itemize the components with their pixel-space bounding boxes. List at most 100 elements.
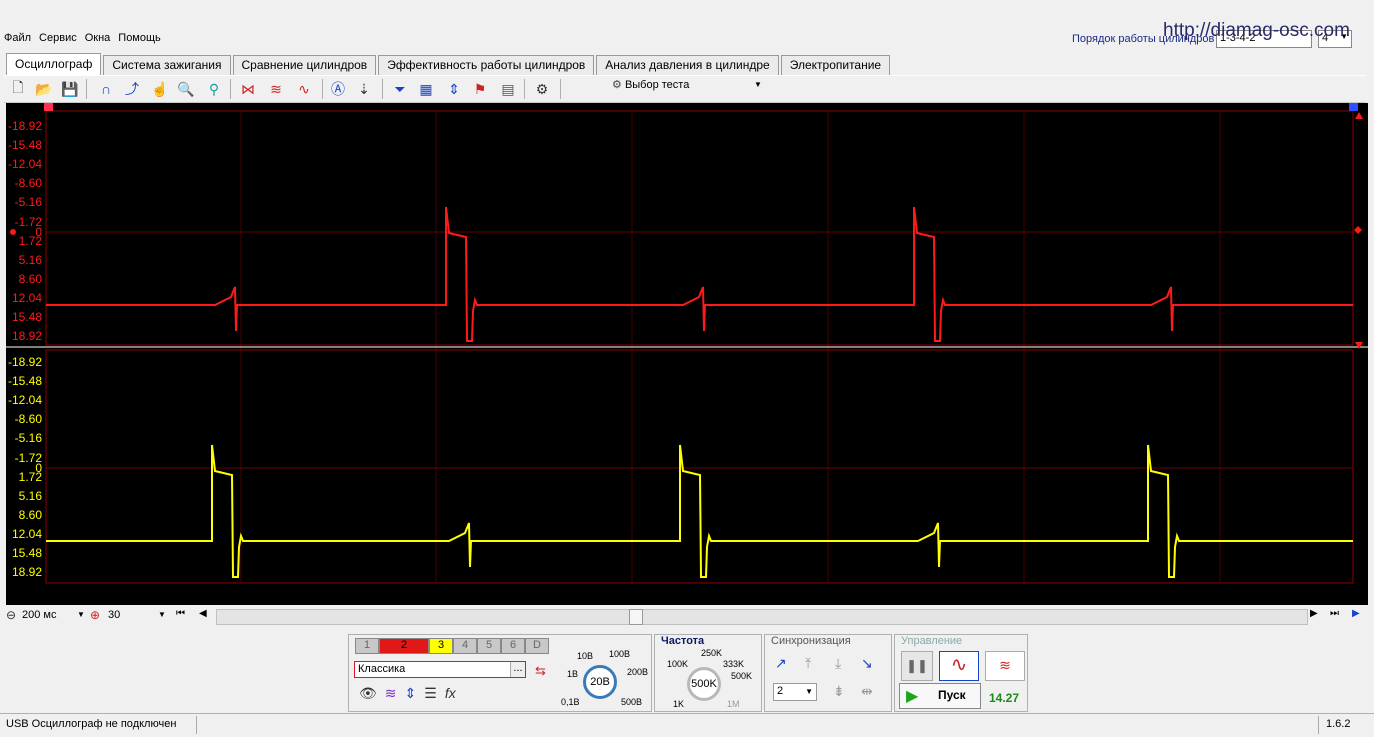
timebase-value[interactable]: 200 мс — [22, 609, 56, 621]
step-back-icon[interactable]: ◀ — [199, 608, 207, 619]
auto-setup-icon[interactable]: ⚙ — [532, 79, 552, 99]
grid-icon[interactable]: ▦ — [416, 79, 436, 99]
vertical-scale-icon[interactable]: ⇕ — [405, 685, 417, 701]
y-tick-label: -15.48 — [7, 138, 42, 153]
y-tick-label: 8.60 — [18, 507, 42, 522]
trigger-edge-icon[interactable]: ⤴ — [122, 79, 142, 99]
channel-3-waveform — [46, 444, 1353, 578]
y-tick-label: 15.48 — [11, 310, 42, 324]
channel-panel: 123456D Классика ... ⇆ 👁 ≋ ⇕ ☰ fx 10В 100В 1… — [348, 634, 652, 712]
tab-cylinder-compare[interactable]: Сравнение цилиндров — [232, 55, 377, 75]
channel-4-button[interactable]: 4 — [453, 638, 477, 654]
probe-field[interactable]: Классика ... — [354, 661, 526, 678]
play-scroll-icon[interactable]: ▶ — [1352, 608, 1360, 619]
tab-ignition[interactable]: Система зажигания — [103, 55, 231, 75]
y-tick-label: -8.60 — [14, 412, 42, 427]
fps-value: 14.27 — [989, 691, 1020, 705]
multi-wave-icon[interactable]: ≋ — [266, 79, 286, 99]
pause-button[interactable]: ❚❚ — [901, 651, 933, 681]
new-file-icon[interactable]: 🗋 — [8, 79, 28, 99]
channel-6-button[interactable]: 6 — [501, 638, 525, 654]
play-icon: ▶ — [906, 688, 919, 705]
hand-pan-icon[interactable]: ☝ — [150, 79, 170, 99]
trigger-up-icon[interactable]: ⤒ — [805, 655, 811, 672]
zoom-out-icon[interactable]: ⊖ — [6, 608, 16, 622]
freq-label-500k: 500K — [731, 671, 753, 681]
probe-settings-icon[interactable]: ⇆ — [535, 663, 546, 679]
channel-digital-button[interactable]: D — [525, 638, 549, 654]
scope-display[interactable]: 2 Классика (В) 3 Классика (В) -18.92 -15.… — [6, 103, 1368, 605]
channel-1-button[interactable]: 1 — [355, 638, 379, 654]
sync-channel-select[interactable]: 2 ▼ — [773, 683, 817, 701]
time-scrollbar[interactable] — [216, 609, 1308, 625]
cursor-1-marker — [44, 103, 53, 111]
test-select-label: Выбор теста — [624, 79, 690, 91]
go-end-icon[interactable]: ⏭ — [1330, 608, 1339, 619]
sync-channel-value: 2 — [777, 685, 784, 697]
cursor-lines-icon[interactable]: ⇕ — [444, 79, 464, 99]
trigger-auto-icon[interactable]: ↘ — [861, 655, 873, 672]
toolbar-separator — [560, 79, 561, 99]
toolbar-separator — [382, 79, 383, 99]
channel-2-button[interactable]: 2 — [379, 638, 429, 654]
channel-5-button[interactable]: 5 — [477, 638, 501, 654]
open-folder-icon[interactable]: 📂 — [34, 79, 54, 99]
channel-3-button[interactable]: 3 — [429, 638, 453, 654]
continuous-button[interactable]: ≋ — [985, 651, 1025, 681]
chevron-down-icon: ▼ — [754, 80, 762, 89]
eye-icon[interactable]: 👁 — [359, 685, 377, 701]
function-icon[interactable]: fx — [445, 685, 456, 701]
go-start-icon[interactable]: ⏮ — [176, 608, 185, 619]
marker-icon[interactable]: ⚲ — [204, 79, 224, 99]
step-forward-icon[interactable]: ▶ — [1310, 608, 1318, 619]
waveform-arc-icon[interactable]: ∩ — [96, 79, 116, 99]
invert-wave-icon[interactable]: ≋ — [385, 685, 397, 701]
chevron-down-icon: ▼ — [805, 687, 813, 696]
zoom-in-icon[interactable]: ⊕ — [90, 608, 100, 622]
menu-file[interactable]: Файл — [0, 30, 35, 46]
save-icon[interactable]: 💾 — [60, 79, 80, 99]
crossing-wave-icon[interactable]: ⋈ — [238, 79, 258, 99]
probe-menu-button[interactable]: ... — [510, 662, 525, 677]
overlay-wave-icon[interactable]: ∿ — [294, 79, 314, 99]
zoom-value[interactable]: 30 — [108, 609, 120, 621]
time-tick-label: 5.56156 — [812, 588, 856, 602]
tab-power-supply[interactable]: Электропитание — [780, 55, 891, 75]
flag-icon[interactable]: ⚑ — [470, 79, 490, 99]
tab-cylinder-efficiency[interactable]: Эффективность работы цилиндров — [378, 55, 595, 75]
version-label: 1.6.2 — [1326, 718, 1351, 730]
time-tick-label: 5.47156 — [224, 588, 268, 602]
zoom-icon[interactable]: 🔍 — [176, 79, 196, 99]
menu-service[interactable]: Сервис — [35, 30, 81, 46]
filter-icon[interactable]: ⏷ — [390, 79, 410, 99]
test-select[interactable]: ⚙ Выбор теста ▼ — [612, 78, 770, 98]
channel-2-waveform — [46, 206, 1353, 342]
lines-icon[interactable]: ☰ — [424, 685, 437, 701]
report-icon[interactable]: ▤ — [498, 79, 518, 99]
y-tick-label: -18.92 — [7, 355, 42, 369]
menu-windows[interactable]: Окна — [81, 30, 115, 46]
channel-3-frame — [45, 349, 1354, 584]
menu-help[interactable]: Помощь — [114, 30, 165, 46]
voltage-knob[interactable]: 20В — [583, 665, 617, 699]
frequency-knob[interactable]: 500K — [687, 667, 721, 701]
tab-pressure-analysis[interactable]: Анализ давления в цилиндре — [596, 55, 779, 75]
start-button[interactable]: ▶ Пуск — [899, 683, 981, 709]
auto-scale-icon[interactable]: Ⓐ — [328, 79, 348, 99]
zero-level-icon[interactable]: ⇣ — [354, 79, 374, 99]
single-shot-button[interactable]: ∿ — [939, 651, 979, 681]
chevron-down-icon[interactable]: ▼ — [77, 610, 85, 619]
chevron-down-icon[interactable]: ▼ — [158, 610, 166, 619]
sync-shift-icon[interactable]: ⇹ — [861, 683, 873, 700]
scroll-up-marker — [1355, 112, 1363, 119]
trigger-rising-icon[interactable]: ↗ — [775, 655, 787, 672]
voltage-dial[interactable]: 10В 100В 1В 200В 0,1В 500В 20В — [557, 635, 649, 709]
navigation-bar: ⊖ 200 мс ▼ ⊕ 30 ▼ ⏮ ◀ ▶ ⏭ ▶ — [4, 607, 1370, 625]
menu-bar: Файл Сервис Окна Помощь — [0, 30, 165, 48]
sync-title: Синхронизация — [771, 635, 851, 647]
scroll-thumb[interactable] — [629, 609, 643, 625]
channel-buttons: 123456D — [355, 637, 549, 654]
sync-level-icon[interactable]: ⇟ — [833, 683, 845, 700]
trigger-down-icon[interactable]: ⤓ — [835, 655, 841, 672]
tab-oscilloscope[interactable]: Осциллограф — [6, 53, 102, 75]
